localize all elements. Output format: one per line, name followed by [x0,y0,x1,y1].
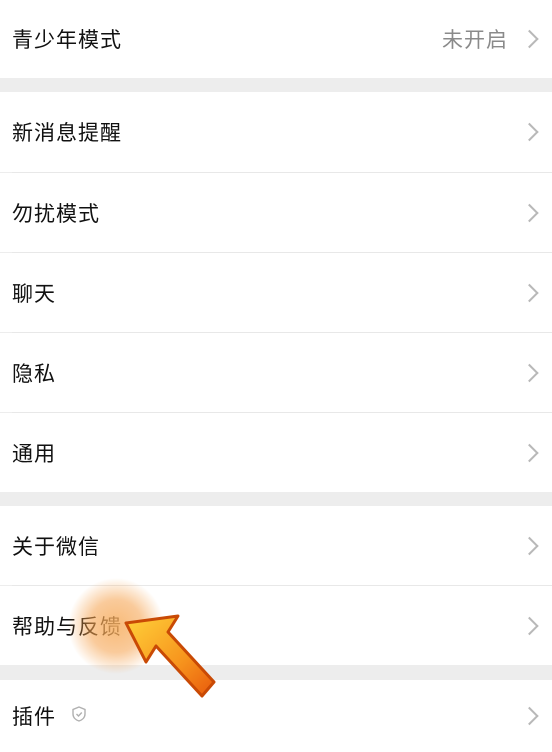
plugins-row[interactable]: 插件 [0,680,552,752]
teen-mode-label: 青少年模式 [12,28,122,52]
new-message-alerts-label: 新消息提醒 [12,121,122,145]
general-row[interactable]: 通用 [0,413,552,492]
chevron-right-icon [520,203,539,222]
help-feedback-label: 帮助与反馈 [12,614,122,639]
privacy-label: 隐私 [12,361,56,386]
new-message-alerts-row[interactable]: 新消息提醒 [0,92,552,172]
chat-label: 聊天 [12,281,56,306]
chevron-right-icon [520,706,539,726]
shield-icon [72,706,86,726]
do-not-disturb-row[interactable]: 勿扰模式 [0,173,552,252]
chevron-right-icon [520,616,539,635]
privacy-row[interactable]: 隐私 [0,333,552,412]
do-not-disturb-label: 勿扰模式 [12,201,100,226]
chevron-right-icon [520,29,539,49]
chat-row[interactable]: 聊天 [0,253,552,332]
chevron-right-icon [520,122,539,142]
teen-mode-row[interactable]: 青少年模式 未开启 [0,0,552,78]
teen-mode-status: 未开启 [442,28,508,52]
about-wechat-row[interactable]: 关于微信 [0,506,552,585]
chevron-right-icon [520,283,539,302]
general-label: 通用 [12,441,56,466]
plugins-label: 插件 [12,705,56,729]
about-wechat-label: 关于微信 [12,534,100,559]
chevron-right-icon [520,363,539,382]
help-feedback-row[interactable]: 帮助与反馈 [0,586,552,665]
chevron-right-icon [520,536,539,555]
chevron-right-icon [520,443,539,462]
